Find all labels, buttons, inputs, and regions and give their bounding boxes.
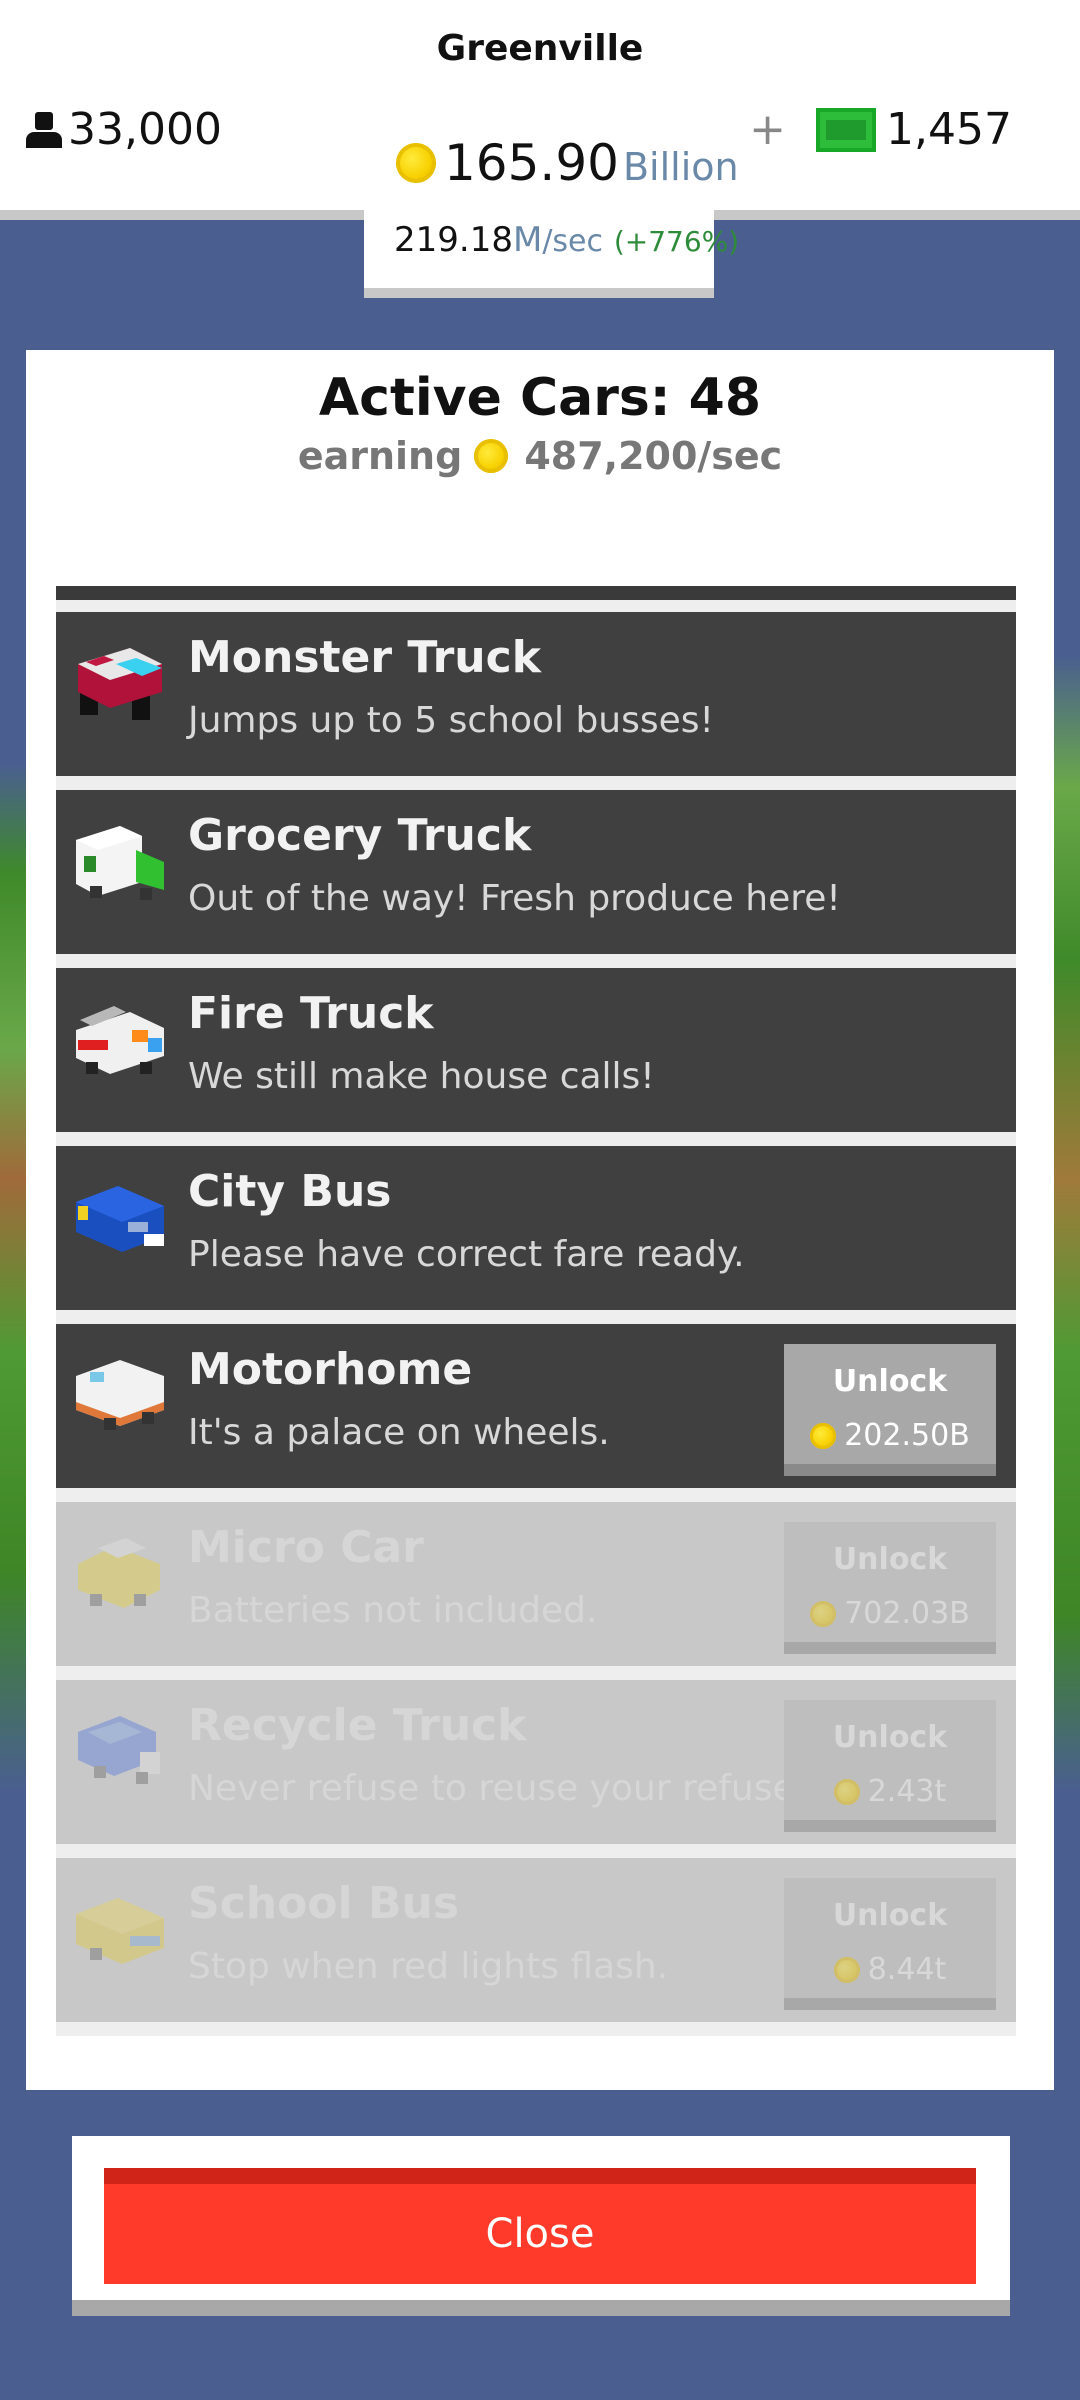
earning-label: earning bbox=[297, 434, 463, 478]
unlock-price: 702.03B bbox=[784, 1596, 996, 1631]
coin-icon bbox=[396, 143, 436, 183]
car-row-grocery-truck[interactable]: Grocery Truck Out of the way! Fresh prod… bbox=[56, 790, 1016, 954]
car-name: City Bus bbox=[188, 1166, 392, 1217]
car-name: Motorhome bbox=[188, 1344, 473, 1395]
coin-balance-box: 165.90 Billion 219.18M/sec (+776%) bbox=[364, 120, 739, 298]
cash-icon bbox=[816, 107, 877, 152]
car-row-recycle-truck: Recycle Truck Never refuse to reuse your… bbox=[56, 1680, 1016, 1844]
car-row-city-bus[interactable]: City Bus Please have correct fare ready. bbox=[56, 1146, 1016, 1310]
car-description: Stop when red lights flash. bbox=[188, 1946, 669, 1987]
panel-title: Active Cars: 48 bbox=[318, 368, 762, 428]
motorhome-icon bbox=[76, 1360, 164, 1430]
micro-car-icon bbox=[78, 1538, 160, 1608]
coin-balance-unit: Billion bbox=[622, 145, 739, 189]
coin-icon bbox=[833, 1956, 860, 1983]
car-row-monster-truck[interactable]: Monster Truck Jumps up to 5 school busse… bbox=[56, 612, 1016, 776]
car-description: Never refuse to reuse your refuse. bbox=[188, 1768, 807, 1809]
car-row-motorhome[interactable]: Motorhome It's a palace on wheels. Unloc… bbox=[56, 1324, 1016, 1488]
population-display: 33,000 bbox=[26, 104, 222, 155]
population-value: 33,000 bbox=[68, 104, 222, 155]
unlock-button[interactable]: Unlock 702.03B bbox=[784, 1522, 996, 1654]
car-row-micro-car: Micro Car Batteries not included. Unlock… bbox=[56, 1502, 1016, 1666]
car-description: Out of the way! Fresh produce here! bbox=[188, 878, 841, 919]
coin-icon bbox=[810, 1600, 837, 1627]
recycle-truck-icon bbox=[78, 1716, 160, 1784]
close-button-frame: Close bbox=[72, 2136, 1010, 2316]
unlock-label: Unlock bbox=[832, 1542, 948, 1577]
unlock-price: 8.44t bbox=[784, 1952, 996, 1987]
school-bus-icon bbox=[76, 1898, 164, 1964]
coin-balance: 165.90 Billion bbox=[396, 134, 739, 192]
income-rate-bonus: (+776%) bbox=[613, 225, 740, 258]
unlock-price-value: 202.50B bbox=[844, 1418, 970, 1453]
fire-truck-icon bbox=[76, 1006, 164, 1074]
cash-value: 1,457 bbox=[886, 104, 1012, 155]
city-bus-icon bbox=[76, 1186, 164, 1252]
unlock-label: Unlock bbox=[832, 1364, 948, 1399]
grocery-truck-icon bbox=[76, 826, 164, 900]
income-rate-value: 219.18 bbox=[394, 220, 513, 260]
unlock-button[interactable]: Unlock 2.43t bbox=[784, 1700, 996, 1832]
active-cars-panel: Active Cars: 48 earning 487,200/sec Mons… bbox=[26, 350, 1054, 2090]
car-name: Recycle Truck bbox=[188, 1700, 527, 1751]
car-row-school-bus: School Bus Stop when red lights flash. U… bbox=[56, 1858, 1016, 2022]
coin-icon bbox=[474, 439, 509, 473]
car-name: Grocery Truck bbox=[188, 810, 532, 861]
earning-summary: earning 487,200/sec bbox=[26, 434, 1054, 478]
cash-display: + 1,457 bbox=[749, 104, 1012, 155]
car-row-fire-truck[interactable]: Fire Truck We still make house calls! bbox=[56, 968, 1016, 1132]
unlock-price: 2.43t bbox=[784, 1774, 996, 1809]
unlock-button[interactable]: Unlock 8.44t bbox=[784, 1878, 996, 2010]
income-rate-per: /sec bbox=[542, 224, 604, 259]
monster-truck-icon bbox=[78, 648, 162, 720]
car-description: Jumps up to 5 school busses! bbox=[188, 700, 714, 741]
unlock-label: Unlock bbox=[832, 1898, 948, 1933]
earning-value: 487,200/sec bbox=[524, 434, 783, 478]
close-button[interactable]: Close bbox=[104, 2168, 976, 2284]
income-rate: 219.18M/sec (+776%) bbox=[394, 220, 739, 260]
unlock-price-value: 8.44t bbox=[867, 1952, 947, 1987]
car-list[interactable]: Monster Truck Jumps up to 5 school busse… bbox=[56, 586, 1016, 2036]
person-icon bbox=[26, 111, 62, 148]
car-description: We still make house calls! bbox=[188, 1056, 655, 1097]
car-description: Batteries not included. bbox=[188, 1590, 598, 1631]
car-name: School Bus bbox=[188, 1878, 460, 1929]
coin-icon bbox=[810, 1422, 837, 1449]
car-name: Fire Truck bbox=[188, 988, 434, 1039]
car-name: Micro Car bbox=[188, 1522, 424, 1573]
car-name: Monster Truck bbox=[188, 632, 541, 683]
unlock-price-value: 2.43t bbox=[867, 1774, 947, 1809]
coin-balance-value: 165.90 bbox=[444, 134, 619, 192]
unlock-button[interactable]: Unlock 202.50B bbox=[784, 1344, 996, 1476]
unlock-price-value: 702.03B bbox=[844, 1596, 970, 1631]
city-name: Greenville bbox=[436, 28, 644, 69]
income-rate-unit: M bbox=[512, 220, 543, 260]
add-cash-button[interactable]: + bbox=[749, 104, 786, 155]
coin-icon bbox=[833, 1778, 860, 1805]
car-description: Please have correct fare ready. bbox=[188, 1234, 745, 1275]
car-description: It's a palace on wheels. bbox=[188, 1412, 610, 1453]
unlock-label: Unlock bbox=[832, 1720, 948, 1755]
unlock-price: 202.50B bbox=[784, 1418, 996, 1453]
